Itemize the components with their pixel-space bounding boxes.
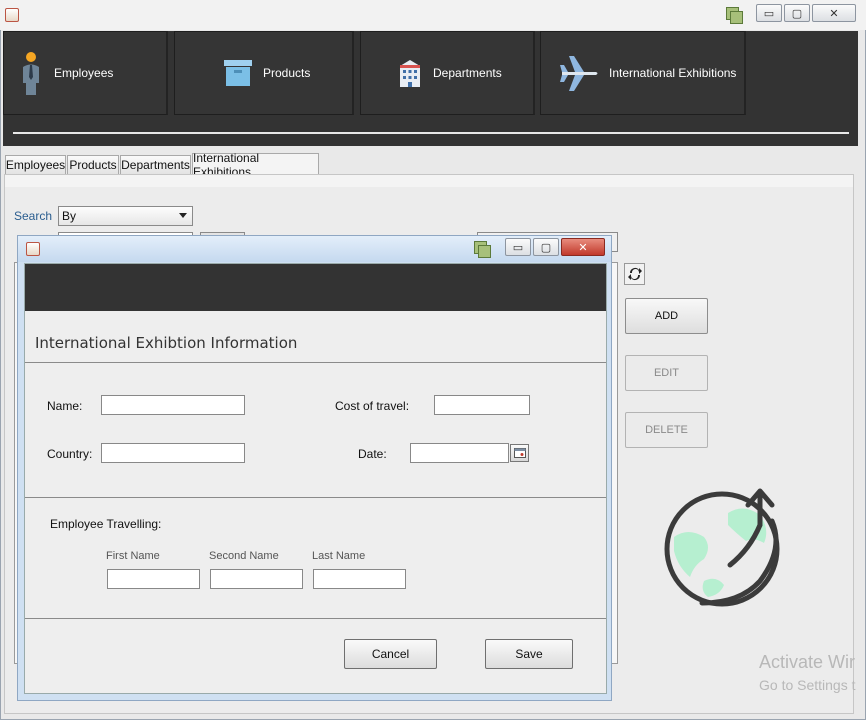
last-name-label: Last Name — [312, 550, 366, 562]
second-name-label: Second Name — [209, 550, 279, 562]
second-name-input[interactable] — [210, 569, 303, 589]
activation-watermark-subtitle: Go to Settings t — [759, 677, 856, 693]
tab-products[interactable]: Products — [67, 155, 119, 175]
search-by-select[interactable]: By — [58, 206, 193, 226]
globe-airplane-icon — [664, 488, 780, 607]
nav-divider — [13, 132, 849, 134]
heading-divider — [25, 362, 606, 363]
country-label: Country: — [47, 447, 93, 461]
fields-divider — [25, 497, 606, 498]
delete-button[interactable]: DELETE — [625, 412, 708, 448]
nav-products-button[interactable]: Products — [174, 31, 354, 115]
date-label: Date: — [358, 447, 387, 461]
tab-departments[interactable]: Departments — [120, 155, 191, 175]
edit-button[interactable]: EDIT — [625, 355, 708, 391]
maximize-button[interactable]: ▢ — [784, 4, 810, 22]
name-label: Name: — [47, 399, 83, 413]
airplane-icon — [560, 56, 598, 91]
nav-products-label: Products — [263, 66, 311, 80]
box-icon — [224, 60, 252, 86]
cost-of-travel-label: Cost of travel: — [335, 399, 410, 413]
tab-employees[interactable]: Employees — [5, 155, 66, 175]
last-name-input[interactable] — [313, 569, 406, 589]
name-input[interactable] — [101, 395, 245, 415]
dialog-titlebar: ▭ ▢ ✕ — [18, 236, 611, 262]
building-icon — [400, 60, 420, 87]
date-picker-button[interactable] — [510, 444, 529, 462]
search-label: Search — [14, 209, 53, 223]
dialog-restore-icon[interactable] — [474, 241, 491, 258]
calendar-icon — [513, 448, 526, 458]
minimize-button[interactable]: ▭ — [756, 4, 782, 22]
first-name-label: First Name — [106, 550, 160, 562]
refresh-icon — [627, 268, 642, 280]
country-input[interactable] — [101, 443, 245, 463]
window-titlebar: ▭ ▢ ✕ — [0, 0, 866, 30]
activation-watermark-title: Activate Wir — [759, 652, 856, 672]
search-by-value: By — [62, 209, 77, 223]
nav-employees-button[interactable]: Employees — [3, 31, 168, 115]
dialog-minimize-button[interactable]: ▭ — [505, 238, 531, 256]
tab-international-exhibitions[interactable]: International Exhibitions — [192, 151, 319, 179]
nav-employees-label: Employees — [54, 66, 114, 80]
nav-departments-button[interactable]: Departments — [360, 31, 535, 115]
date-input[interactable] — [410, 443, 509, 463]
add-button[interactable]: ADD — [625, 298, 708, 334]
dialog-java-icon — [26, 242, 40, 256]
close-button[interactable]: ✕ — [812, 4, 856, 22]
dialog-heading: International Exhibtion Information — [35, 334, 298, 352]
cancel-button[interactable]: Cancel — [344, 639, 437, 669]
dialog-close-button[interactable]: ✕ — [561, 238, 605, 256]
save-button[interactable]: Save — [485, 639, 573, 669]
restore-windows-icon[interactable] — [726, 7, 743, 24]
top-nav-bar: Employees Products Departments Internati… — [3, 31, 858, 146]
tab-header-strip — [5, 175, 853, 187]
java-app-icon — [5, 8, 19, 22]
nav-departments-label: Departments — [433, 66, 502, 80]
cost-of-travel-input[interactable] — [434, 395, 530, 415]
person-icon — [23, 52, 39, 95]
employee-divider — [25, 618, 606, 619]
employee-travelling-label: Employee Travelling: — [50, 517, 162, 531]
dialog-header-band — [25, 264, 606, 311]
dialog-maximize-button[interactable]: ▢ — [533, 238, 559, 256]
dialog-body — [24, 263, 607, 694]
nav-international-exhibitions-button[interactable]: International Exhibitions — [540, 31, 746, 115]
first-name-input[interactable] — [107, 569, 200, 589]
nav-international-exhibitions-label: International Exhibitions — [609, 66, 737, 80]
chevron-down-icon — [179, 213, 187, 218]
refresh-button[interactable] — [624, 263, 645, 285]
